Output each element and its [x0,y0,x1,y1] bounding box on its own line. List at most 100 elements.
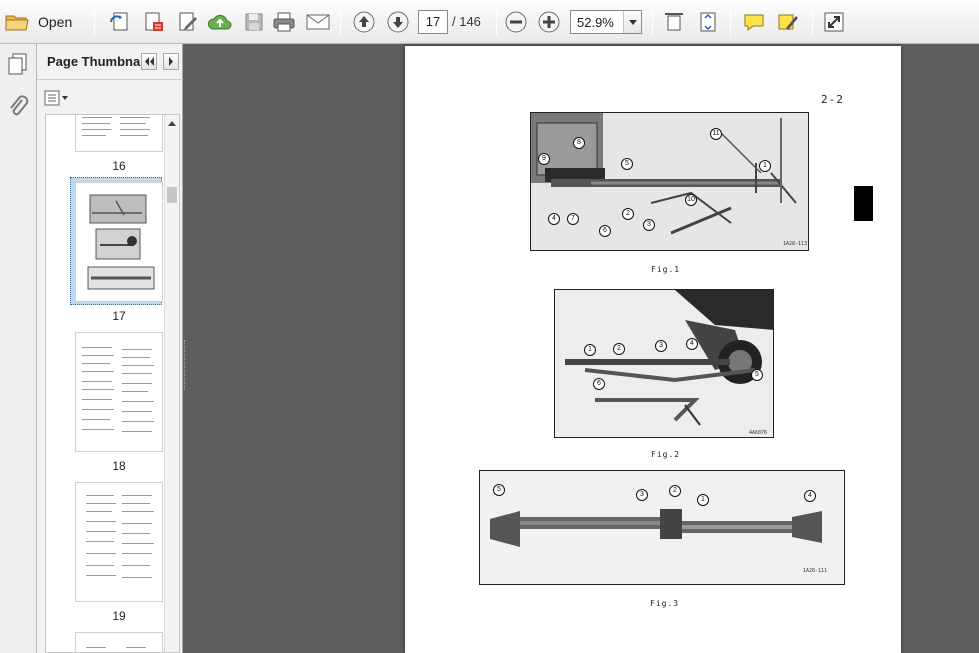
callout-marker: 10 [685,194,697,206]
arrow-down-icon [387,11,409,33]
page-thumbnails-icon[interactable] [6,52,30,76]
fit-page-button[interactable] [694,8,722,36]
zoom-level-value: 52.9% [577,15,614,30]
zoom-out-button[interactable] [502,8,530,36]
thumbnail-page[interactable] [76,633,162,652]
callout-marker: 1 [697,494,709,506]
main-toolbar: Open 17 / 146 52.9% [0,0,979,44]
page-total: / 146 [452,14,481,29]
thumbnail-page-number: 19 [112,609,126,623]
callout-marker: 9 [538,153,550,165]
navigation-rail [0,44,37,653]
collapse-panel-button[interactable] [141,53,157,70]
zoom-level-select[interactable]: 52.9% [570,10,642,34]
page-number-input[interactable]: 17 [418,10,448,34]
callout-marker: 1 [584,344,596,356]
figure-3-caption: Fig.3 [650,599,680,608]
previous-page-button[interactable] [350,8,378,36]
create-pdf-button[interactable] [106,8,134,36]
callout-marker: 2 [669,485,681,497]
callout-marker: 2 [622,208,634,220]
highlight-button[interactable] [774,8,802,36]
pdf-convert-icon [145,12,163,31]
cloud-upload-icon [207,14,232,30]
arrow-up-icon [353,11,375,33]
callout-marker: 4 [548,213,560,225]
fit-width-icon [665,13,683,31]
thumbnail-list[interactable]: 16 17 18 19 [45,114,180,653]
callout-marker: 5 [493,484,505,496]
create-pdf-icon [110,12,128,31]
comment-button[interactable] [740,8,768,36]
callout-marker: 5 [621,158,633,170]
expand-arrows-icon [824,12,844,32]
toolbar-separator [340,9,341,35]
callout-marker: 11 [710,128,722,140]
callout-marker: 3 [655,340,667,352]
section-tab-marker [854,186,873,221]
convert-pdf-button[interactable] [140,8,168,36]
double-chevron-left-icon [145,57,154,66]
zoom-in-button[interactable] [535,8,563,36]
thumbnail-page-number: 17 [112,309,126,323]
attachments-paperclip-icon[interactable] [6,94,30,118]
toolbar-separator [94,9,95,35]
envelope-icon [306,14,330,30]
callout-marker: 1 [759,160,771,172]
figure-2-caption: Fig.2 [651,450,681,459]
callout-marker: 2 [613,343,625,355]
thumbnail-page[interactable] [76,333,162,451]
toolbar-separator [652,9,653,35]
figure-1-caption: Fig.1 [651,265,681,274]
thumbnail-scrollbar[interactable] [164,115,179,652]
options-list-icon [44,90,68,106]
page-header-number: 2-2 [821,93,844,106]
fit-width-button[interactable] [660,8,688,36]
thumbnail-page-number: 18 [112,459,126,473]
callout-marker: 3 [643,219,655,231]
floppy-disk-icon [245,13,263,31]
folder-icon [5,15,29,31]
panel-header: Page Thumbna... [37,44,183,80]
callout-marker: 7 [567,213,579,225]
figure-code: 1A28-113 [783,241,808,247]
thumbnail-page[interactable] [76,115,162,151]
open-label: Open [38,14,73,30]
edit-pencil-icon [179,12,197,31]
callout-marker: 4 [686,338,698,350]
thumbnail-options-button[interactable] [44,90,70,106]
thumbnail-page-selected[interactable] [76,183,162,301]
highlighter-icon [778,14,798,30]
chevron-right-icon [169,57,173,66]
chevron-down-icon[interactable] [623,11,641,33]
figure-code: 4A6076 [749,430,768,436]
thumbnail-page-number: 16 [112,159,126,173]
callout-marker: 3 [636,489,648,501]
thumbnail-page[interactable] [76,483,162,601]
expand-panel-button[interactable] [163,53,179,70]
open-button[interactable]: Open [4,8,80,36]
panel-title: Page Thumbna... [47,54,152,69]
callout-marker: 8 [573,137,585,149]
callout-marker: 4 [804,490,816,502]
panel-resize-handle[interactable] [184,340,187,390]
speech-bubble-icon [744,14,764,32]
scrollbar-thumb[interactable] [167,187,177,203]
figure-1-image [530,112,809,251]
toolbar-separator [730,9,731,35]
toolbar-separator [812,9,813,35]
edit-pdf-button[interactable] [174,8,202,36]
upload-button[interactable] [206,8,234,36]
figure-2-image [554,289,774,438]
scroll-up-arrow-icon[interactable] [168,121,176,126]
page-thumbnails-panel: Page Thumbna... 16 17 18 19 [37,44,183,653]
printer-icon [273,12,295,32]
print-button[interactable] [270,8,298,36]
email-button[interactable] [304,8,332,36]
callout-marker: 5 [751,369,763,381]
next-page-button[interactable] [384,8,412,36]
save-button[interactable] [240,8,268,36]
toolbar-separator [496,9,497,35]
expand-button[interactable] [820,8,848,36]
figure-3-image [479,470,845,585]
